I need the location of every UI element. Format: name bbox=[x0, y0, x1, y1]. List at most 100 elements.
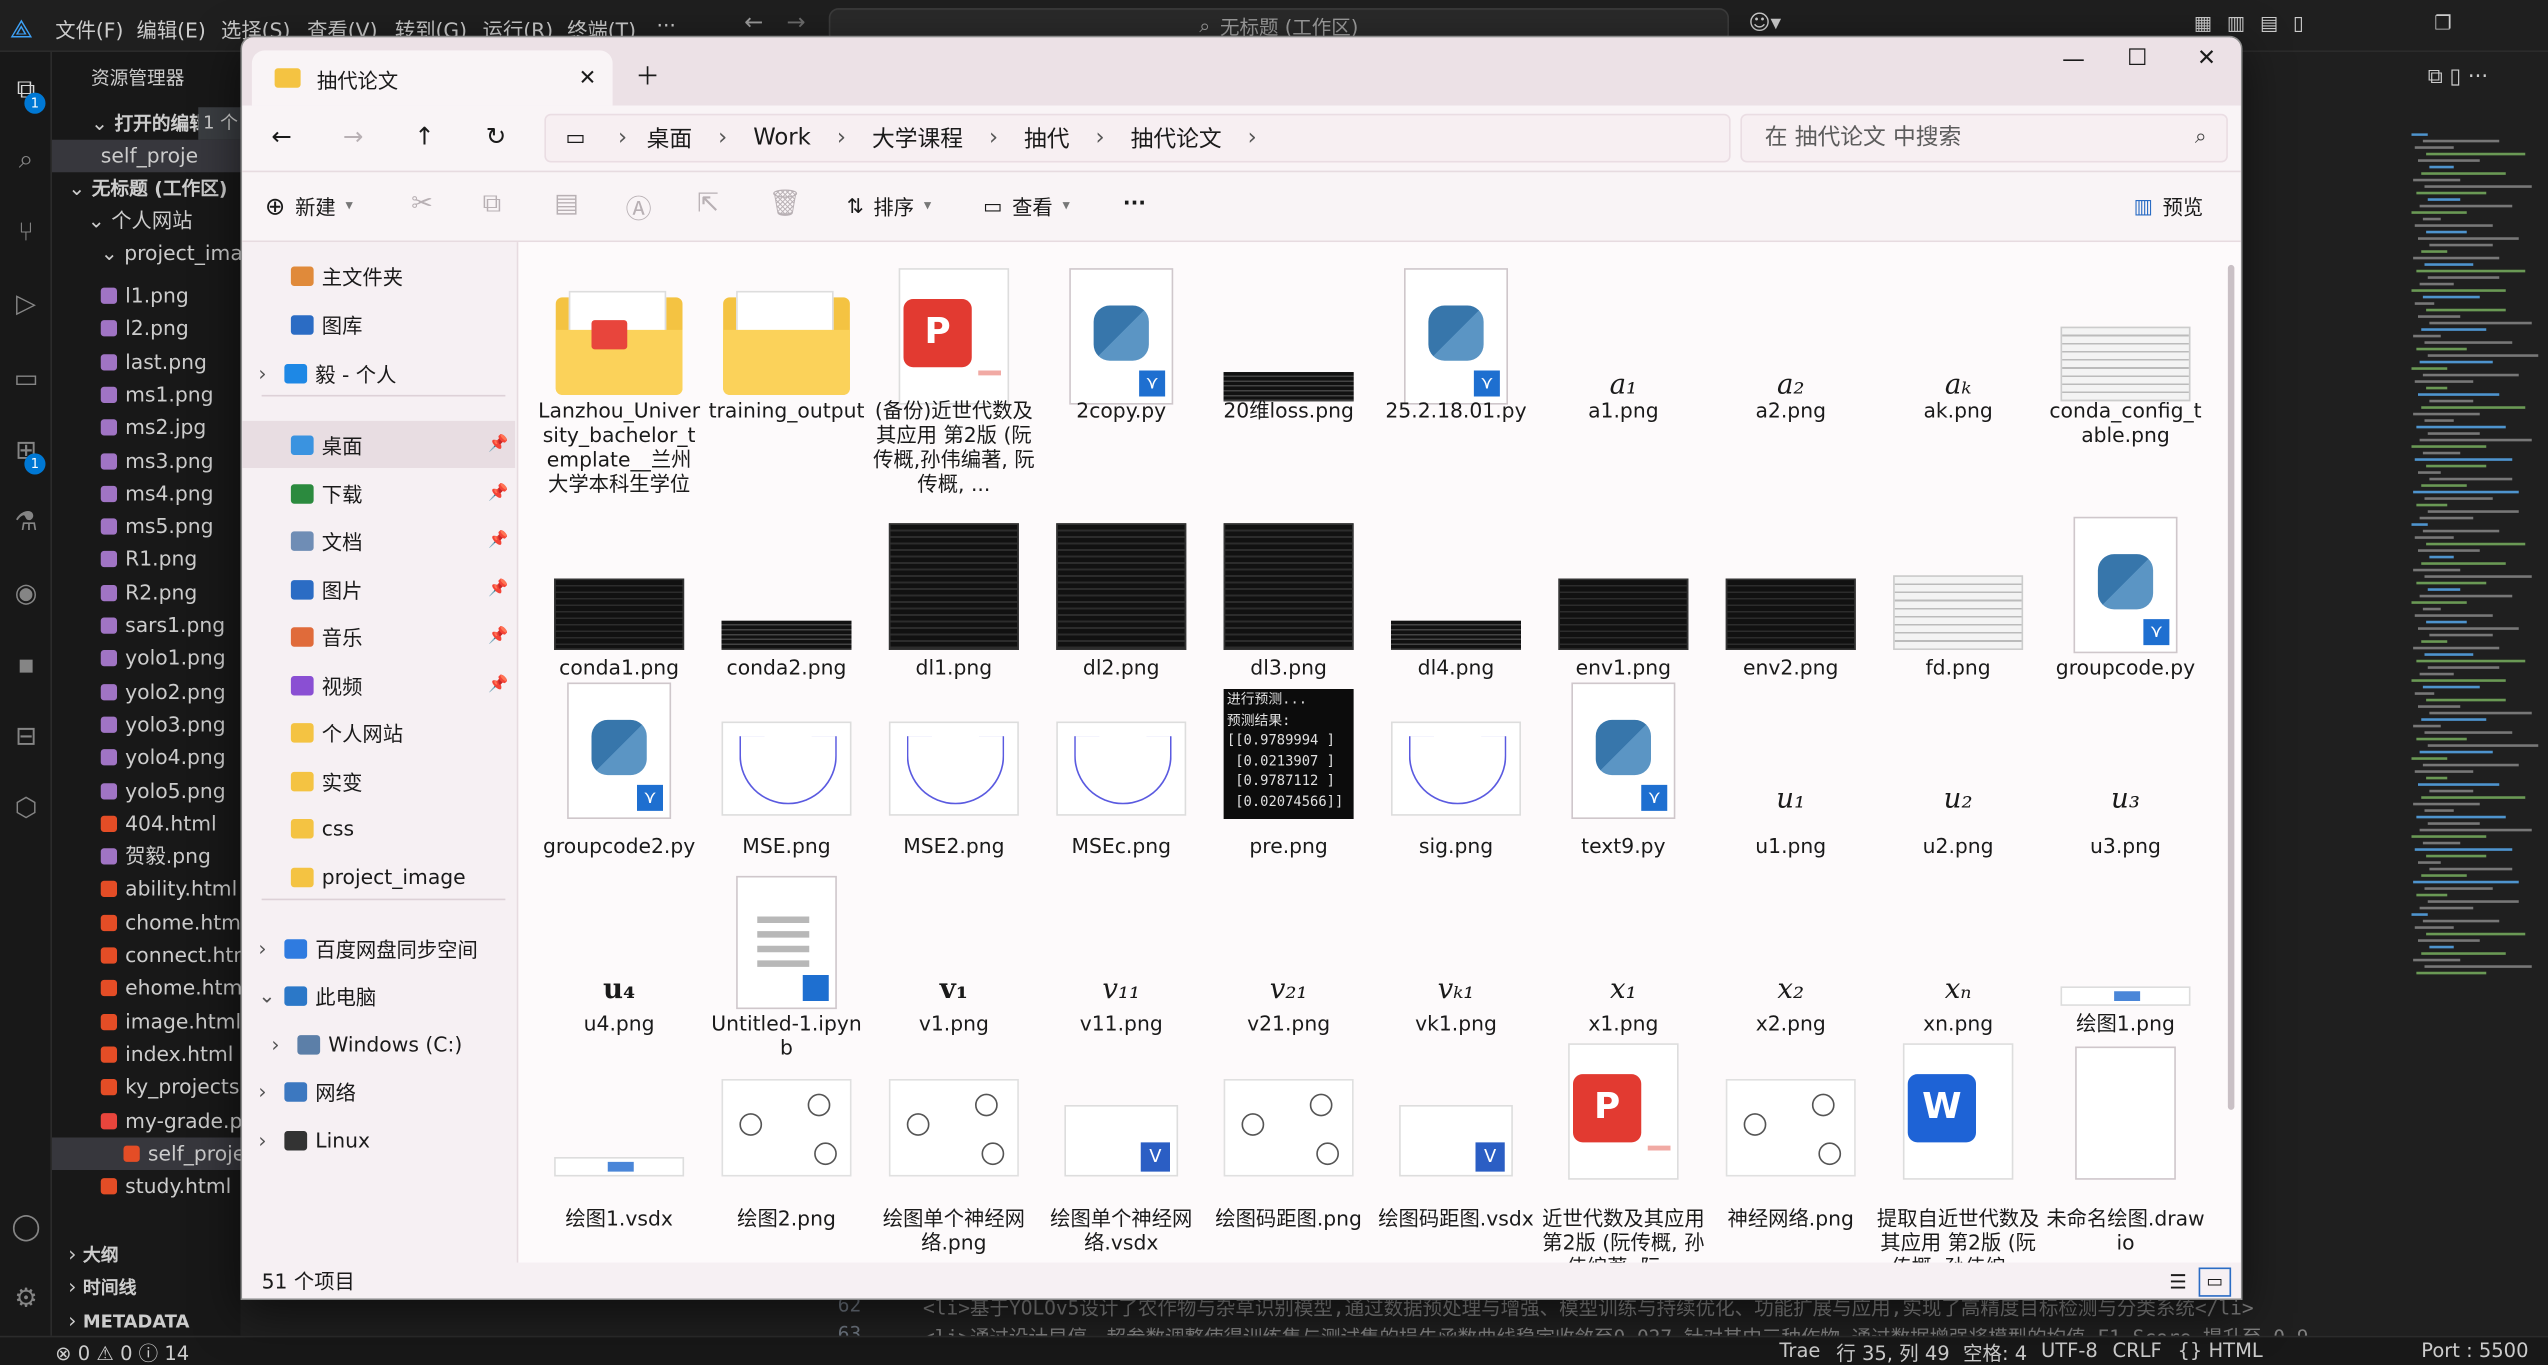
new-button[interactable]: ⊕ 新建 ▾ bbox=[265, 190, 353, 221]
back-icon[interactable]: ← bbox=[271, 122, 291, 151]
close-window-icon[interactable]: ✕ bbox=[2197, 46, 2216, 72]
notes-icon[interactable]: ▪ bbox=[8, 647, 44, 683]
file-item[interactable]: ⋎ 2copy.py bbox=[1040, 242, 1203, 1263]
sidebar-file-row[interactable]: image.html bbox=[100, 1005, 241, 1038]
nav-item-item[interactable]: 音乐 📌 bbox=[242, 613, 515, 660]
file-item[interactable]: V 绘图单个神经网络.vsdx bbox=[1040, 242, 1203, 1263]
sidebar-file-row[interactable]: yolo3.png bbox=[100, 708, 241, 741]
copilot-icon[interactable]: ☺▾ bbox=[1749, 11, 1782, 35]
sidebar-file-row[interactable]: chome.html bbox=[100, 906, 241, 939]
file-item[interactable]: v₁ v1.png bbox=[873, 242, 1036, 1263]
preview-pane-button[interactable]: ▥ 预览 bbox=[2134, 190, 2204, 221]
sidebar-file-row[interactable]: last.png bbox=[100, 345, 241, 378]
layout-icons[interactable]: ▦▥▤▯ bbox=[2194, 11, 2319, 34]
file-item[interactable]: 神经网络.png bbox=[1710, 242, 1873, 1263]
copy-icon[interactable]: ⧉ bbox=[483, 187, 502, 220]
file-item[interactable]: ⋎ text9.py bbox=[1542, 242, 1705, 1263]
nav-item-item[interactable]: › 网络 bbox=[242, 1068, 515, 1115]
nav-item-item[interactable]: › 毅 - 个人 bbox=[242, 349, 515, 396]
file-item[interactable]: MSEc.png bbox=[1040, 242, 1203, 1263]
maximize-icon[interactable]: ☐ bbox=[2127, 46, 2147, 72]
file-item[interactable]: MSE2.png bbox=[873, 242, 1036, 1263]
file-item[interactable]: 20维loss.png bbox=[1207, 242, 1370, 1263]
nav-item-item[interactable]: 视频 📌 bbox=[242, 661, 515, 708]
file-item[interactable]: env1.png bbox=[1542, 242, 1705, 1263]
sidebar-file-row[interactable]: ms2.jpg bbox=[100, 411, 241, 444]
file-item[interactable]: fd.png bbox=[1877, 242, 2040, 1263]
nav-item-item[interactable]: 下载 📌 bbox=[242, 470, 515, 517]
sidebar-file-row[interactable]: l1.png bbox=[100, 280, 241, 313]
file-item[interactable]: dl4.png bbox=[1375, 242, 1538, 1263]
file-item[interactable]: ⋎ groupcode2.py bbox=[538, 242, 701, 1263]
file-item[interactable]: dl1.png bbox=[873, 242, 1036, 1263]
trae-status[interactable]: Trae bbox=[1779, 1339, 1820, 1362]
sidebar-section-row[interactable]: 1 个 bbox=[198, 107, 241, 140]
sidebar-file-row[interactable]: sars1.png bbox=[100, 609, 241, 642]
file-item[interactable]: 绘图单个神经网络.png bbox=[873, 242, 1036, 1263]
file-item[interactable]: dl3.png bbox=[1207, 242, 1370, 1263]
line-ending[interactable]: CRLF bbox=[2113, 1339, 2162, 1362]
file-item[interactable]: W 提取自近世代数及其应用 第2版 (阮传概, 孙伟编... bbox=[1877, 242, 2039, 1263]
file-item[interactable]: a₂ a2.png bbox=[1710, 242, 1873, 1263]
run-debug-icon[interactable]: ▷ bbox=[8, 286, 44, 322]
file-item[interactable]: Untitled-1.ipynb bbox=[705, 242, 868, 1263]
file-item[interactable]: 进行预测... 预测结果: [[0.9789994 ] [0.0213907 ] [… bbox=[1207, 242, 1370, 1263]
file-item[interactable]: xₙ xn.png bbox=[1877, 242, 2040, 1263]
view-button[interactable]: ▭ 查看 ▾ bbox=[983, 190, 1070, 221]
file-item[interactable]: conda1.png bbox=[538, 242, 701, 1263]
file-item[interactable]: vₖ₁ vk1.png bbox=[1375, 242, 1538, 1263]
sidebar-file-row[interactable]: yolo4.png bbox=[100, 741, 241, 774]
file-item[interactable]: 未命名绘图.drawio bbox=[2044, 242, 2207, 1263]
chevron-right-icon[interactable]: › bbox=[258, 1128, 284, 1152]
more-options-button[interactable]: ··· bbox=[1123, 190, 1146, 214]
account-icon[interactable]: ◯ bbox=[8, 1209, 44, 1245]
encoding[interactable]: UTF-8 bbox=[2041, 1339, 2098, 1362]
settings-gear-icon[interactable]: ⚙ bbox=[8, 1281, 44, 1317]
sidebar-file-row[interactable]: connect.html bbox=[100, 939, 241, 972]
sidebar-collapsed-section[interactable]: › 大纲 bbox=[68, 1238, 240, 1271]
sidebar-file-row[interactable]: ms3.png bbox=[100, 444, 241, 477]
paste-icon[interactable]: ▤ bbox=[554, 187, 579, 218]
live-server-port[interactable]: Port : 5500 bbox=[2421, 1339, 2528, 1362]
sidebar-file-row[interactable]: 404.html bbox=[100, 807, 241, 840]
sidebar-file-row[interactable]: yolo2.png bbox=[100, 675, 241, 708]
problems-status[interactable]: ⊗ 0 ⚠ 0 ⓘ 14 bbox=[55, 1339, 189, 1365]
scrollbar[interactable] bbox=[2227, 264, 2235, 1110]
file-item[interactable]: training_output bbox=[705, 242, 868, 1263]
nav-item-item[interactable]: 个人网站 bbox=[242, 709, 515, 756]
indentation[interactable]: 空格: 4 bbox=[1963, 1339, 2027, 1365]
sidebar-file-row[interactable]: yolo5.png bbox=[100, 774, 241, 807]
breadcrumb-item[interactable]: 抽代论文 bbox=[1131, 122, 1222, 155]
breadcrumb-item[interactable]: 桌面 bbox=[647, 122, 693, 155]
forward-arrow-icon[interactable]: → bbox=[787, 10, 806, 36]
sidebar-file-row[interactable]: index.html bbox=[100, 1038, 241, 1071]
nav-item-item[interactable]: 实变 bbox=[242, 757, 515, 804]
source-control-icon[interactable]: ⑂ bbox=[8, 215, 44, 251]
file-item[interactable]: P (备份)近世代数及其应用 第2版 (阮传概,孙伟编著, 阮传概, ... bbox=[873, 242, 1036, 1263]
file-item[interactable]: dl2.png bbox=[1040, 242, 1203, 1263]
breadcrumb[interactable]: ▭ › 桌面 › Work › 大学课程 › 抽代 › 抽代论文 › bbox=[544, 113, 1731, 163]
cut-icon[interactable]: ✂ bbox=[411, 187, 433, 218]
sidebar-file-row[interactable]: 贺毅.png bbox=[100, 840, 241, 873]
box-icon[interactable]: ⬡ bbox=[8, 790, 44, 826]
sidebar-file-row[interactable]: ehome.html bbox=[100, 972, 241, 1005]
nav-item-linux[interactable]: › Linux bbox=[242, 1116, 515, 1163]
rename-icon[interactable]: Ⓐ bbox=[626, 187, 652, 226]
file-item[interactable]: x₂ x2.png bbox=[1710, 242, 1873, 1263]
sidebar-section-row[interactable]: ⌄ 无标题 (工作区) bbox=[68, 172, 240, 205]
file-item[interactable]: env2.png bbox=[1710, 242, 1873, 1263]
up-icon[interactable]: ↑ bbox=[414, 122, 434, 151]
breadcrumb-item[interactable]: 抽代 bbox=[1024, 122, 1070, 155]
sidebar-file-row[interactable]: ability.html bbox=[100, 873, 241, 906]
share-icon[interactable]: ⇱ bbox=[697, 187, 719, 218]
chevron-right-icon[interactable]: › bbox=[258, 1079, 284, 1103]
nav-item-item[interactable]: 图库 bbox=[242, 301, 515, 348]
minimize-icon[interactable]: — bbox=[2062, 47, 2085, 73]
nav-item-item[interactable]: 文档 📌 bbox=[242, 517, 515, 564]
nav-item-item[interactable]: › 百度网盘同步空间 bbox=[242, 925, 515, 972]
file-item[interactable]: sig.png bbox=[1375, 242, 1538, 1263]
file-item[interactable]: v₁₁ v11.png bbox=[1040, 242, 1203, 1263]
new-tab-icon[interactable]: ＋ bbox=[635, 59, 659, 93]
sidebar-section-row[interactable]: self_proje bbox=[52, 139, 241, 173]
menu-item[interactable]: 文件(F) bbox=[55, 13, 123, 44]
